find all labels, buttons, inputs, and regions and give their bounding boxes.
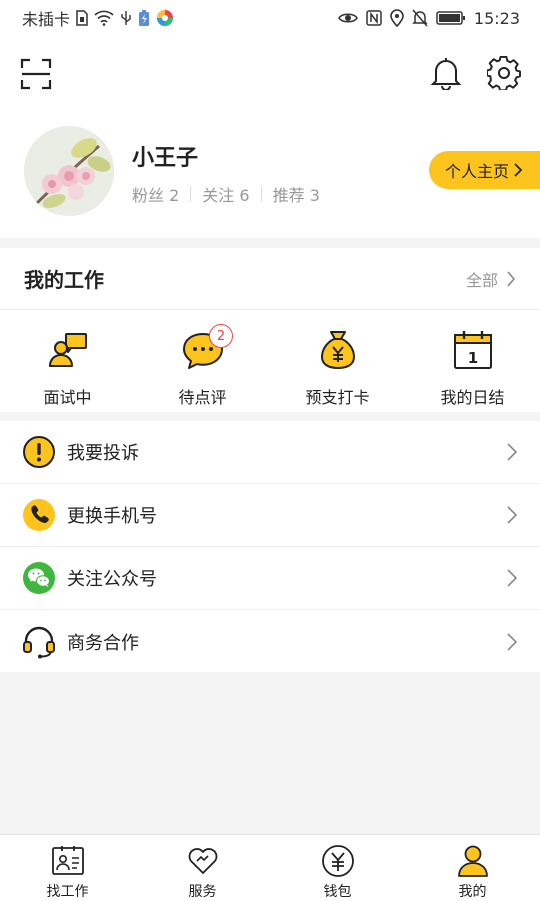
usb-icon	[121, 11, 131, 25]
mute-bell-icon	[412, 9, 428, 27]
gear-icon[interactable]	[487, 56, 521, 90]
pending-count-badge: 2	[209, 324, 233, 348]
eye-icon	[337, 13, 358, 23]
work-item-interview[interactable]: 面试中	[0, 310, 135, 411]
menu-complaint[interactable]: 我要投诉	[0, 421, 540, 484]
work-item-advance-checkin[interactable]: 预支打卡	[270, 310, 405, 411]
calendar-icon: 1	[453, 331, 492, 369]
chevron-right-icon	[507, 632, 518, 651]
fans-stat[interactable]: 粉丝 2	[132, 182, 179, 206]
following-stat[interactable]: 关注 6	[202, 182, 249, 206]
chevron-right-icon	[507, 443, 518, 461]
warning-icon	[23, 436, 55, 468]
heart-icon	[188, 848, 217, 874]
divider	[190, 186, 192, 202]
cherry-blossom-photo	[24, 126, 114, 216]
location-icon	[390, 9, 404, 27]
chevron-right-icon	[507, 506, 518, 524]
chevron-right-icon	[507, 270, 516, 287]
app-logo-icon	[156, 9, 174, 27]
profile-stats: 粉丝 2 关注 6 推荐 3	[132, 182, 320, 206]
status-bar: 未插卡 15:23	[0, 0, 540, 36]
chevron-right-icon	[507, 569, 518, 587]
divider	[260, 186, 262, 202]
scan-icon[interactable]	[20, 58, 52, 90]
chevron-right-icon	[514, 163, 523, 177]
headset-icon	[23, 626, 55, 658]
clock: 15:23	[473, 8, 520, 28]
sim-icon	[76, 10, 88, 26]
calendar-day: 1	[467, 349, 477, 367]
personal-homepage-button[interactable]: 个人主页	[429, 151, 540, 189]
my-work-section: 我的工作 全部 面试中 2 待点评 预支打卡 1 我的日结	[0, 248, 540, 412]
tab-wallet[interactable]: 钱包	[270, 835, 405, 901]
interview-icon	[48, 333, 87, 367]
homepage-label: 个人主页	[445, 162, 510, 181]
person-icon	[457, 845, 488, 877]
battery-saver-icon	[139, 10, 150, 26]
work-shortcuts: 面试中 2 待点评 预支打卡 1 我的日结	[0, 310, 540, 411]
tab-mine[interactable]: 我的	[405, 835, 540, 901]
tab-service[interactable]: 服务	[135, 835, 270, 901]
my-work-title: 我的工作	[24, 268, 104, 292]
settings-list: 我要投诉 更换手机号 关注公众号 商务合作	[0, 421, 540, 672]
yuan-coin-icon	[321, 845, 354, 877]
my-work-header: 我的工作 全部	[0, 248, 540, 310]
menu-change-phone[interactable]: 更换手机号	[0, 484, 540, 547]
work-item-pending-review[interactable]: 2 待点评	[135, 310, 270, 411]
menu-business-cooperation[interactable]: 商务合作	[0, 610, 540, 673]
tab-find-job[interactable]: 找工作	[0, 835, 135, 901]
bottom-tab-bar: 找工作 服务 钱包 我的	[0, 834, 540, 901]
battery-icon	[436, 11, 465, 25]
username: 小王子	[132, 146, 199, 171]
id-card-icon	[51, 846, 84, 875]
wifi-icon	[94, 10, 114, 26]
wechat-icon	[23, 562, 55, 594]
phone-icon	[23, 499, 55, 531]
money-bag-icon	[320, 331, 355, 369]
work-item-daily-settlement[interactable]: 1 我的日结	[405, 310, 540, 411]
nfc-icon	[366, 10, 382, 26]
bell-icon[interactable]	[430, 56, 462, 90]
view-all-link[interactable]: 全部	[466, 267, 516, 291]
menu-follow-official-account[interactable]: 关注公众号	[0, 547, 540, 610]
avatar[interactable]	[24, 126, 114, 216]
profile-header: 小王子 粉丝 2 关注 6 推荐 3 个人主页	[0, 36, 540, 238]
recommend-stat[interactable]: 推荐 3	[273, 182, 320, 206]
carrier-label: 未插卡	[22, 10, 71, 29]
